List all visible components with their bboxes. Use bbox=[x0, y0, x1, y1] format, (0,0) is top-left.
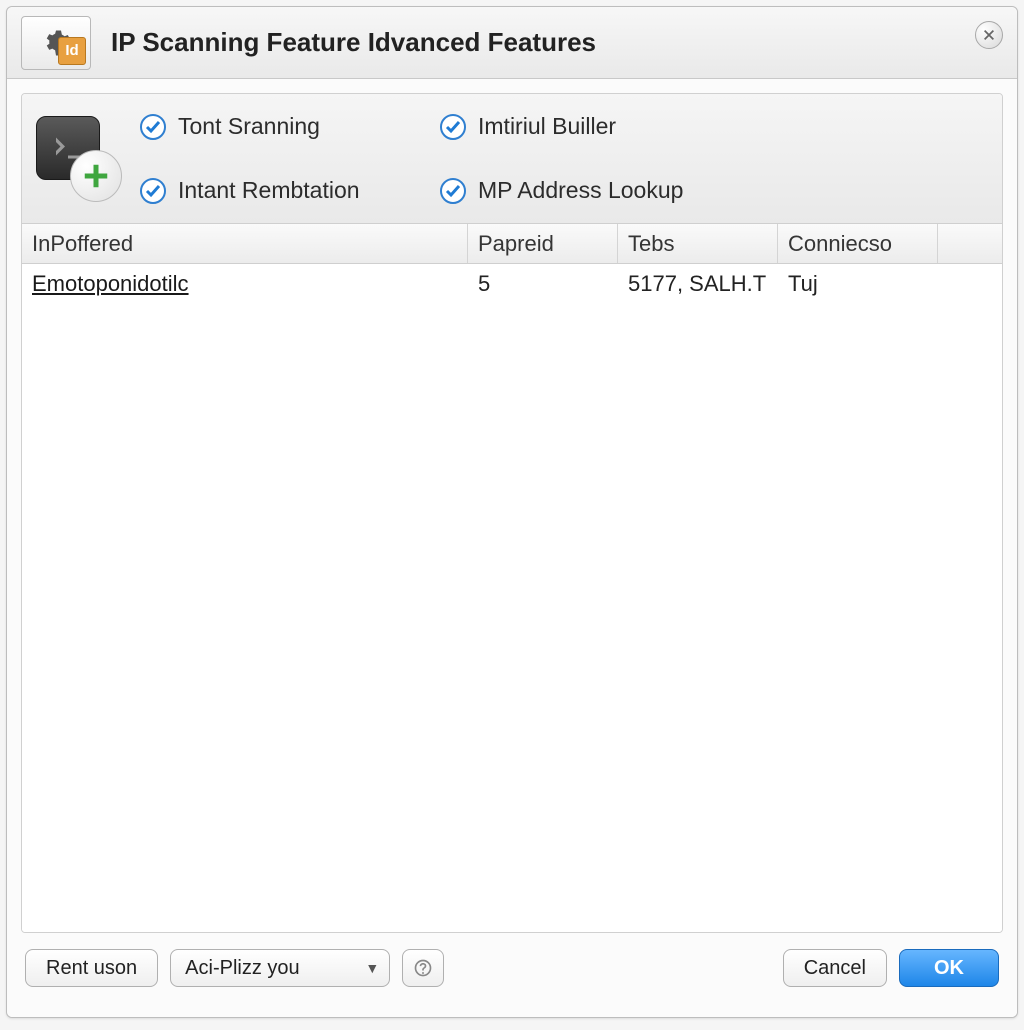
table-row[interactable]: Emotoponidotilc 5 5177, SALH.T Tuj bbox=[22, 264, 1002, 304]
column-header-conniecso[interactable]: Conniecso bbox=[778, 224, 938, 263]
table-body: Emotoponidotilc 5 5177, SALH.T Tuj bbox=[22, 264, 1002, 932]
checkbox-label: MP Address Lookup bbox=[478, 177, 683, 204]
checkbox-label: Intant Rembtation bbox=[178, 177, 360, 204]
checkbox-label: Tont Sranning bbox=[178, 113, 320, 140]
column-header-inpoffered[interactable]: InPoffered bbox=[22, 224, 468, 263]
row-conniecso: Tuj bbox=[778, 265, 938, 303]
title-icon: Id bbox=[21, 16, 91, 70]
rent-uson-button[interactable]: Rent uson bbox=[25, 949, 158, 987]
close-icon bbox=[982, 28, 996, 42]
ok-button[interactable]: OK bbox=[899, 949, 999, 987]
dialog-window: Id IP Scanning Feature Idvanced Features bbox=[6, 6, 1018, 1018]
help-icon bbox=[413, 958, 433, 978]
row-papreid: 5 bbox=[468, 265, 618, 303]
column-header-papreid[interactable]: Papreid bbox=[468, 224, 618, 263]
dialog-title: IP Scanning Feature Idvanced Features bbox=[111, 27, 596, 58]
feature-checkbox-grid: Tont Sranning Imtiriul Builler Intant Re… bbox=[140, 102, 720, 216]
checkmark-icon bbox=[440, 114, 466, 140]
checkbox-tont-sranning[interactable]: Tont Sranning bbox=[140, 113, 420, 140]
dialog-content: Tont Sranning Imtiriul Builler Intant Re… bbox=[7, 79, 1017, 1017]
feature-header: Tont Sranning Imtiriul Builler Intant Re… bbox=[22, 94, 1002, 224]
inner-panel: Tont Sranning Imtiriul Builler Intant Re… bbox=[21, 93, 1003, 933]
checkbox-imtiriul-builler[interactable]: Imtiriul Builler bbox=[440, 113, 720, 140]
titlebar: Id IP Scanning Feature Idvanced Features bbox=[7, 7, 1017, 79]
help-button[interactable] bbox=[402, 949, 444, 987]
checkmark-icon bbox=[140, 114, 166, 140]
table-header-row: InPoffered Papreid Tebs Conniecso bbox=[22, 224, 1002, 264]
feature-icon bbox=[36, 116, 122, 202]
checkbox-intant-rembtation[interactable]: Intant Rembtation bbox=[140, 177, 420, 204]
aci-plizz-select[interactable]: Aci-Plizz you ▼ bbox=[170, 949, 390, 987]
checkmark-icon bbox=[440, 178, 466, 204]
row-tebs: 5177, SALH.T bbox=[618, 265, 778, 303]
checkbox-label: Imtiriul Builler bbox=[478, 113, 616, 140]
column-header-spacer bbox=[938, 224, 1002, 263]
checkbox-mp-address-lookup[interactable]: MP Address Lookup bbox=[440, 177, 720, 204]
close-button[interactable] bbox=[975, 21, 1003, 49]
cancel-button[interactable]: Cancel bbox=[783, 949, 887, 987]
chevron-down-icon: ▼ bbox=[365, 960, 379, 976]
id-badge-icon: Id bbox=[58, 37, 86, 65]
column-header-tebs[interactable]: Tebs bbox=[618, 224, 778, 263]
results-table: InPoffered Papreid Tebs Conniecso Emotop… bbox=[22, 224, 1002, 932]
dialog-footer: Rent uson Aci-Plizz you ▼ Cancel OK bbox=[21, 933, 1003, 1003]
checkmark-icon bbox=[140, 178, 166, 204]
select-value: Aci-Plizz you bbox=[185, 957, 299, 980]
row-name-link[interactable]: Emotoponidotilc bbox=[32, 271, 189, 296]
plus-icon bbox=[81, 161, 111, 191]
